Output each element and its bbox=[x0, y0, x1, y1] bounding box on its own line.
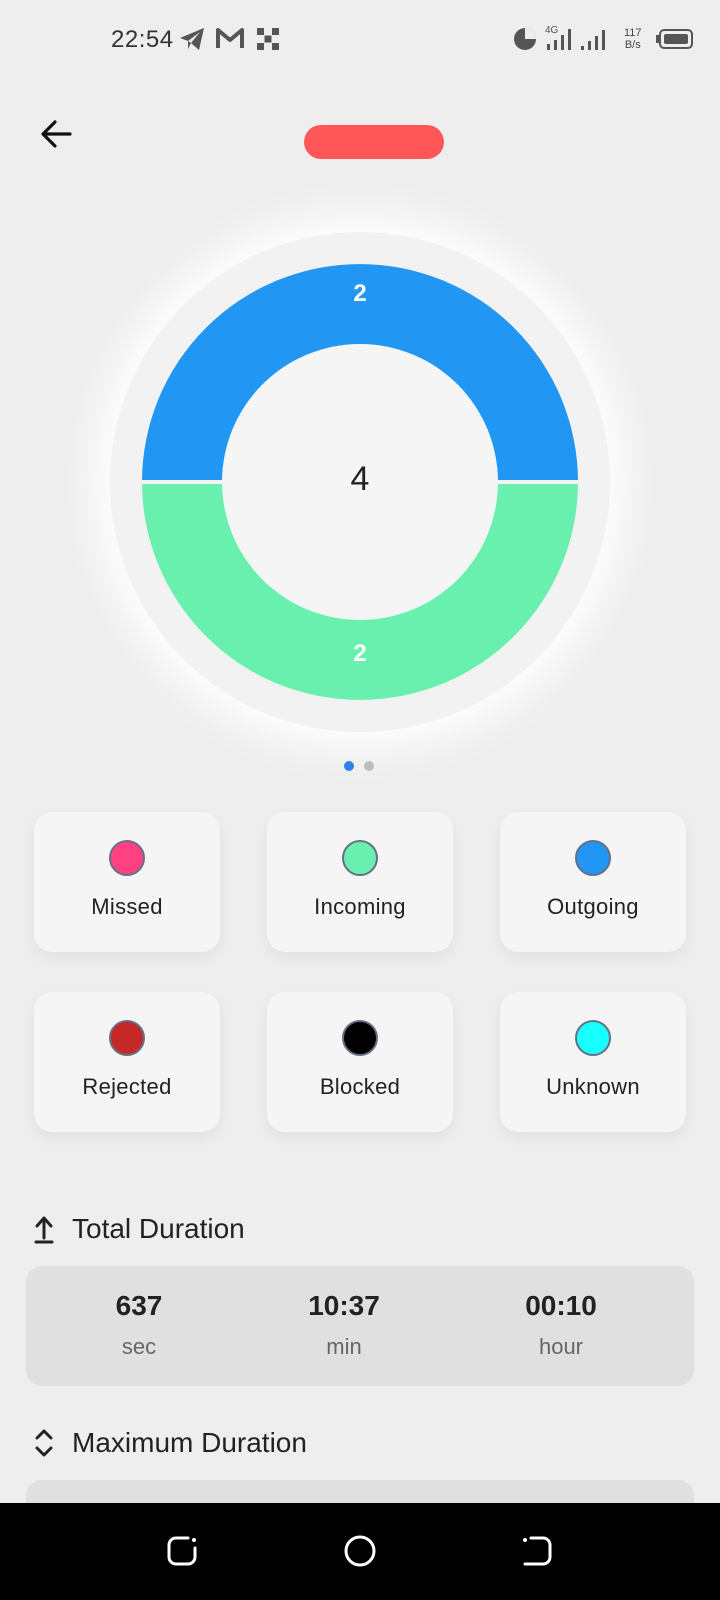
legend-label: Rejected bbox=[82, 1074, 172, 1099]
duration-unit: min bbox=[326, 1334, 362, 1359]
legend-swatch bbox=[109, 840, 145, 876]
legend-label: Missed bbox=[91, 894, 163, 919]
status-bar: 22:54 4G 117 B/s bbox=[0, 0, 720, 80]
duration-seconds: 637 sec bbox=[74, 1266, 204, 1360]
back-icon bbox=[523, 1536, 552, 1566]
page-dot-1[interactable] bbox=[344, 761, 354, 771]
upload-arrow-icon bbox=[30, 1213, 58, 1245]
recent-apps-button[interactable] bbox=[163, 1531, 203, 1571]
duration-unit: sec bbox=[121, 1334, 157, 1359]
donut-total: 4 bbox=[350, 460, 370, 498]
system-back-button[interactable] bbox=[516, 1531, 556, 1571]
total-duration-card: 637 sec 10:37 min 00:10 hour bbox=[26, 1266, 694, 1386]
telegram-icon bbox=[178, 26, 206, 57]
call-type-donut-chart[interactable]: 2 4 2 bbox=[110, 232, 610, 732]
home-icon bbox=[344, 1535, 376, 1567]
back-button[interactable] bbox=[34, 112, 78, 156]
legend-label: Blocked bbox=[319, 1074, 401, 1099]
page-indicator bbox=[344, 761, 374, 771]
legend-swatch bbox=[575, 840, 611, 876]
duration-value: 10:37 bbox=[308, 1290, 380, 1321]
signal-icon: 4G bbox=[545, 24, 577, 57]
legend-swatch bbox=[342, 1020, 378, 1056]
gmail-icon bbox=[215, 26, 245, 55]
total-duration-header: Total Duration bbox=[30, 1213, 245, 1245]
battery-icon bbox=[656, 29, 694, 54]
legend-label: Outgoing bbox=[547, 894, 639, 919]
legend-swatch bbox=[342, 840, 378, 876]
recent-apps-icon bbox=[167, 1536, 197, 1566]
data-saver-icon bbox=[512, 26, 538, 57]
legend-label: Unknown bbox=[546, 1074, 640, 1099]
legend-swatch bbox=[109, 1020, 145, 1056]
signal-icon-2 bbox=[580, 26, 610, 57]
duration-unit: hour bbox=[538, 1334, 584, 1359]
app-grid-icon bbox=[257, 28, 279, 55]
legend-swatch bbox=[575, 1020, 611, 1056]
unfold-icon bbox=[30, 1427, 58, 1459]
home-button[interactable] bbox=[340, 1531, 380, 1571]
legend-card-outgoing[interactable]: Outgoing bbox=[500, 812, 686, 952]
status-time: 22:54 bbox=[111, 26, 174, 53]
total-duration-title: Total Duration bbox=[72, 1213, 245, 1244]
duration-value: 00:10 bbox=[525, 1290, 597, 1321]
donut-segment-label-incoming: 2 bbox=[353, 640, 367, 667]
donut-segment-label-outgoing: 2 bbox=[353, 280, 367, 307]
duration-minutes: 10:37 min bbox=[279, 1266, 409, 1360]
page-title-redacted bbox=[304, 125, 444, 159]
system-nav-bar bbox=[0, 1503, 720, 1600]
legend-card-unknown[interactable]: Unknown bbox=[500, 992, 686, 1132]
call-type-legend: Missed Incoming Outgoing Rejected Blocke… bbox=[34, 812, 687, 1132]
duration-value: 637 bbox=[115, 1290, 163, 1321]
net-speed: 117 B/s bbox=[624, 27, 642, 51]
page-dot-2[interactable] bbox=[364, 761, 374, 771]
legend-label: Incoming bbox=[314, 894, 406, 919]
arrow-left-icon bbox=[41, 120, 72, 148]
legend-card-incoming[interactable]: Incoming bbox=[267, 812, 453, 952]
legend-card-rejected[interactable]: Rejected bbox=[34, 992, 220, 1132]
svg-text:4G: 4G bbox=[545, 25, 559, 36]
legend-card-blocked[interactable]: Blocked bbox=[267, 992, 453, 1132]
duration-hours: 00:10 hour bbox=[496, 1266, 626, 1360]
maximum-duration-header: Maximum Duration bbox=[30, 1427, 307, 1459]
legend-card-missed[interactable]: Missed bbox=[34, 812, 220, 952]
maximum-duration-title: Maximum Duration bbox=[72, 1427, 307, 1458]
